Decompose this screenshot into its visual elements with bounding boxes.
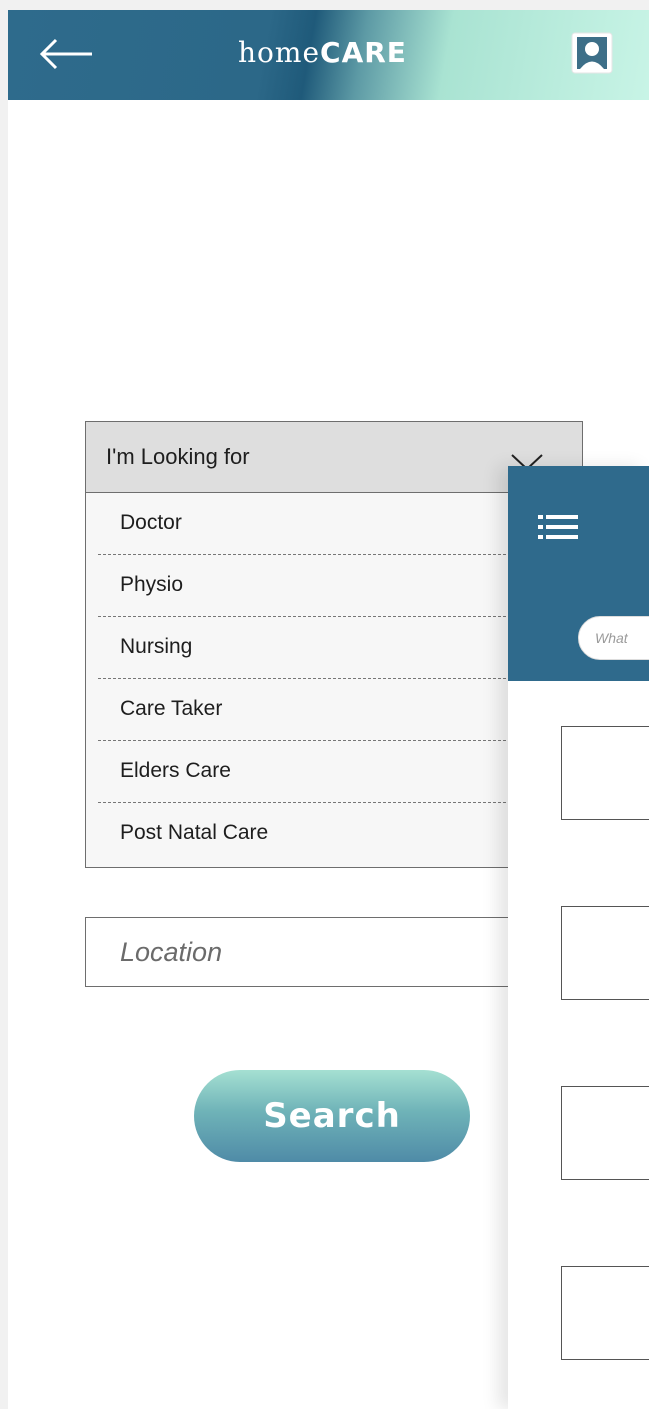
dropdown-option-post-natal-care[interactable]: Post Natal Care	[98, 803, 576, 867]
location-input[interactable]	[85, 917, 581, 987]
app-frame: homeCARE I'm Looking for Doctor Physio N…	[0, 0, 649, 1409]
brand-care-text: CARE	[320, 36, 407, 69]
brand-home-text: home	[238, 36, 321, 69]
dropdown-option-doctor[interactable]: Doctor	[98, 493, 576, 555]
option-label: Physio	[120, 573, 184, 596]
panel-card[interactable]	[561, 1266, 649, 1360]
dropdown-option-nursing[interactable]: Nursing	[98, 617, 576, 679]
option-label: Care Taker	[120, 697, 223, 720]
panel-header	[508, 466, 649, 681]
app-logo: homeCARE	[238, 36, 407, 69]
dropdown-option-care-taker[interactable]: Care Taker	[98, 679, 576, 741]
back-arrow-icon[interactable]	[36, 32, 96, 76]
panel-search-input[interactable]	[578, 616, 649, 660]
dropdown-label: I'm Looking for	[106, 444, 250, 469]
dropdown-option-elders-care[interactable]: Elders Care	[98, 741, 576, 803]
option-label: Post Natal Care	[120, 821, 269, 844]
option-label: Nursing	[120, 635, 193, 658]
panel-card[interactable]	[561, 726, 649, 820]
panel-card[interactable]	[561, 1086, 649, 1180]
overlay-screen-panel	[508, 466, 649, 1409]
search-button[interactable]: Search	[194, 1070, 470, 1162]
option-label: Doctor	[120, 511, 182, 534]
panel-card[interactable]	[561, 906, 649, 1000]
dropdown-option-physio[interactable]: Physio	[98, 555, 576, 617]
hamburger-menu-icon[interactable]	[538, 514, 578, 540]
main-screen: homeCARE I'm Looking for Doctor Physio N…	[8, 10, 649, 1409]
option-label: Elders Care	[120, 759, 231, 782]
app-header: homeCARE	[8, 10, 649, 100]
profile-icon[interactable]	[571, 32, 613, 74]
